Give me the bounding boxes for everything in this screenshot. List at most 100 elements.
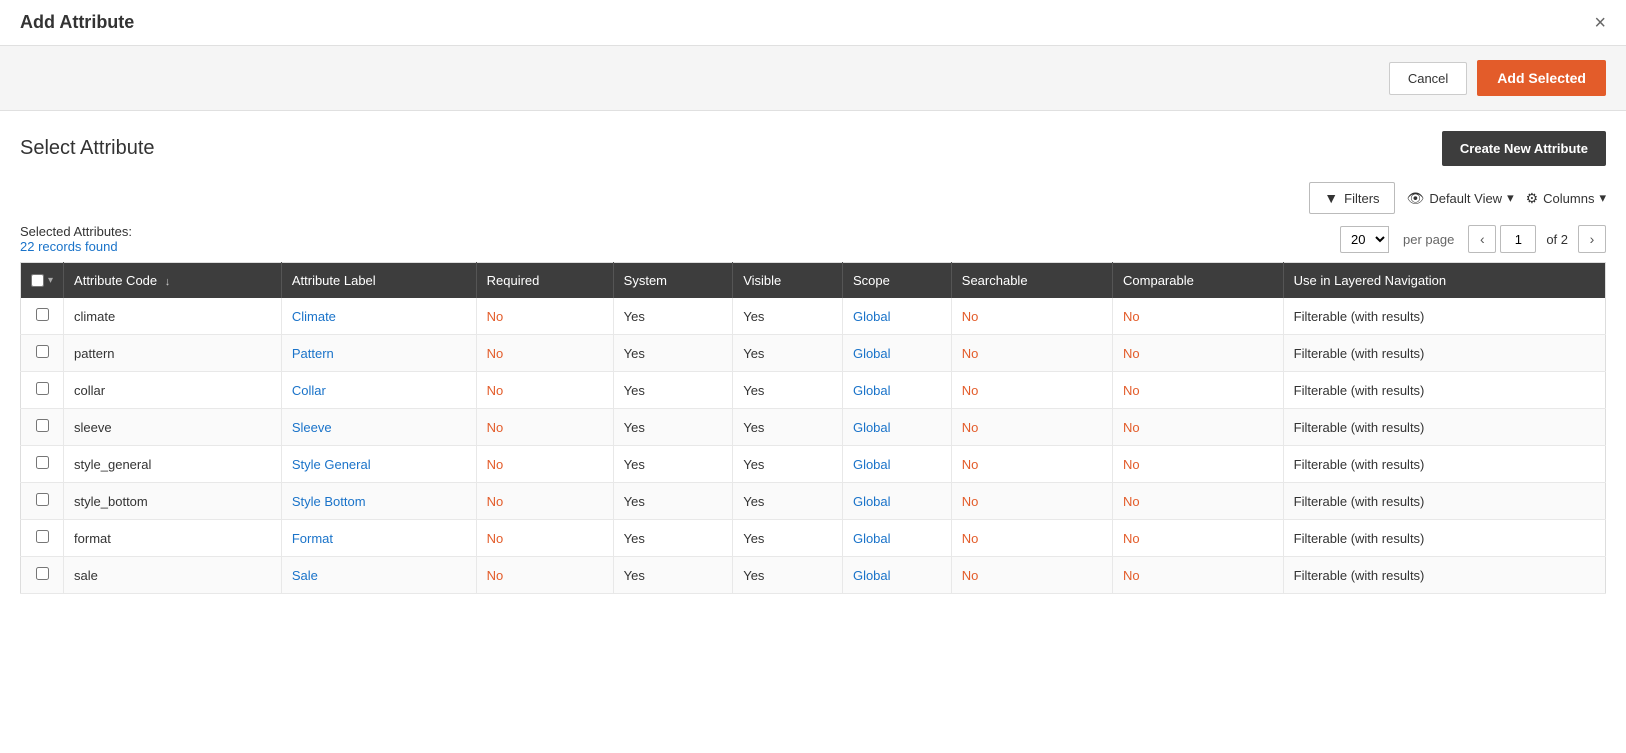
default-view-button[interactable]: 👁 Default View ▾ — [1407, 190, 1514, 207]
table-row: sale Sale No Yes Yes Global No No Filter… — [21, 557, 1606, 594]
columns-label: Columns — [1543, 191, 1594, 206]
row-visible: Yes — [733, 483, 843, 520]
row-required: No — [476, 483, 613, 520]
next-page-button[interactable]: › — [1578, 225, 1606, 253]
row-checkbox-cell[interactable] — [21, 335, 64, 372]
row-visible: Yes — [733, 372, 843, 409]
select-all-column[interactable]: ▾ — [21, 263, 64, 299]
row-scope: Global — [842, 483, 951, 520]
row-checkbox-cell[interactable] — [21, 298, 64, 335]
row-comparable: No — [1113, 409, 1284, 446]
row-label[interactable]: Sale — [281, 557, 476, 594]
table-row: pattern Pattern No Yes Yes Global No No … — [21, 335, 1606, 372]
row-checkbox[interactable] — [36, 456, 49, 469]
select-all-dropdown[interactable]: ▾ — [48, 275, 53, 286]
row-label[interactable]: Format — [281, 520, 476, 557]
col-system[interactable]: System — [613, 263, 733, 299]
col-scope[interactable]: Scope — [842, 263, 951, 299]
row-checkbox-cell[interactable] — [21, 557, 64, 594]
row-layered-nav: Filterable (with results) — [1283, 335, 1605, 372]
title-bar: Add Attribute × — [0, 0, 1626, 46]
row-layered-nav: Filterable (with results) — [1283, 483, 1605, 520]
row-checkbox[interactable] — [36, 567, 49, 580]
row-code: style_bottom — [64, 483, 282, 520]
row-comparable: No — [1113, 298, 1284, 335]
sort-arrow-code: ↓ — [165, 276, 171, 288]
row-layered-nav: Filterable (with results) — [1283, 446, 1605, 483]
columns-dropdown-arrow: ▾ — [1599, 190, 1606, 206]
row-searchable: No — [951, 483, 1112, 520]
row-layered-nav: Filterable (with results) — [1283, 557, 1605, 594]
row-checkbox[interactable] — [36, 493, 49, 506]
row-required: No — [476, 446, 613, 483]
col-attribute-code[interactable]: Attribute Code ↓ — [64, 263, 282, 299]
close-button[interactable]: × — [1594, 13, 1606, 33]
row-scope: Global — [842, 557, 951, 594]
page-number-input[interactable] — [1500, 225, 1536, 253]
row-required: No — [476, 298, 613, 335]
page-content: Select Attribute Create New Attribute ▼ … — [0, 111, 1626, 614]
row-visible: Yes — [733, 335, 843, 372]
row-checkbox[interactable] — [36, 530, 49, 543]
row-comparable: No — [1113, 557, 1284, 594]
row-checkbox-cell[interactable] — [21, 446, 64, 483]
dialog-title: Add Attribute — [20, 12, 134, 33]
row-checkbox[interactable] — [36, 345, 49, 358]
col-comparable[interactable]: Comparable — [1113, 263, 1284, 299]
row-scope: Global — [842, 446, 951, 483]
cancel-button[interactable]: Cancel — [1389, 62, 1467, 95]
row-checkbox-cell[interactable] — [21, 520, 64, 557]
row-system: Yes — [613, 298, 733, 335]
row-searchable: No — [951, 298, 1112, 335]
prev-page-button[interactable]: ‹ — [1468, 225, 1496, 253]
filters-button[interactable]: ▼ Filters — [1309, 182, 1394, 214]
table-row: climate Climate No Yes Yes Global No No … — [21, 298, 1606, 335]
attribute-table: ▾ Attribute Code ↓ Attribute Label Requi… — [20, 262, 1606, 594]
col-searchable[interactable]: Searchable — [951, 263, 1112, 299]
row-label[interactable]: Climate — [281, 298, 476, 335]
row-checkbox-cell[interactable] — [21, 372, 64, 409]
table-row: collar Collar No Yes Yes Global No No Fi… — [21, 372, 1606, 409]
table-row: format Format No Yes Yes Global No No Fi… — [21, 520, 1606, 557]
col-required[interactable]: Required — [476, 263, 613, 299]
row-checkbox-cell[interactable] — [21, 483, 64, 520]
per-page-dropdown[interactable]: 20 30 50 — [1340, 226, 1389, 253]
row-system: Yes — [613, 446, 733, 483]
table-row: style_general Style General No Yes Yes G… — [21, 446, 1606, 483]
add-selected-button[interactable]: Add Selected — [1477, 60, 1606, 96]
row-searchable: No — [951, 409, 1112, 446]
row-label[interactable]: Pattern — [281, 335, 476, 372]
per-page-select[interactable]: 20 30 50 — [1340, 226, 1389, 253]
eye-icon: 👁 — [1407, 190, 1425, 207]
row-label[interactable]: Style General — [281, 446, 476, 483]
row-searchable: No — [951, 335, 1112, 372]
row-checkbox[interactable] — [36, 308, 49, 321]
row-code: pattern — [64, 335, 282, 372]
pagination-controls: 20 30 50 per page ‹ of 2 › — [1340, 225, 1606, 253]
row-required: No — [476, 557, 613, 594]
columns-button[interactable]: ⚙ Columns ▾ — [1526, 190, 1606, 207]
row-comparable: No — [1113, 520, 1284, 557]
row-system: Yes — [613, 372, 733, 409]
row-layered-nav: Filterable (with results) — [1283, 298, 1605, 335]
select-all-checkbox[interactable] — [31, 274, 44, 287]
row-checkbox[interactable] — [36, 419, 49, 432]
row-visible: Yes — [733, 409, 843, 446]
row-checkbox-cell[interactable] — [21, 409, 64, 446]
col-attribute-label[interactable]: Attribute Label — [281, 263, 476, 299]
row-label[interactable]: Style Bottom — [281, 483, 476, 520]
col-visible[interactable]: Visible — [733, 263, 843, 299]
col-layered-nav[interactable]: Use in Layered Navigation — [1283, 263, 1605, 299]
row-label[interactable]: Collar — [281, 372, 476, 409]
row-layered-nav: Filterable (with results) — [1283, 520, 1605, 557]
row-checkbox[interactable] — [36, 382, 49, 395]
row-code: format — [64, 520, 282, 557]
row-scope: Global — [842, 335, 951, 372]
create-new-attribute-button[interactable]: Create New Attribute — [1442, 131, 1606, 166]
row-code: collar — [64, 372, 282, 409]
gear-icon: ⚙ — [1526, 190, 1539, 207]
row-label[interactable]: Sleeve — [281, 409, 476, 446]
total-pages: of 2 — [1546, 232, 1568, 247]
row-searchable: No — [951, 557, 1112, 594]
default-view-label: Default View — [1429, 191, 1502, 206]
